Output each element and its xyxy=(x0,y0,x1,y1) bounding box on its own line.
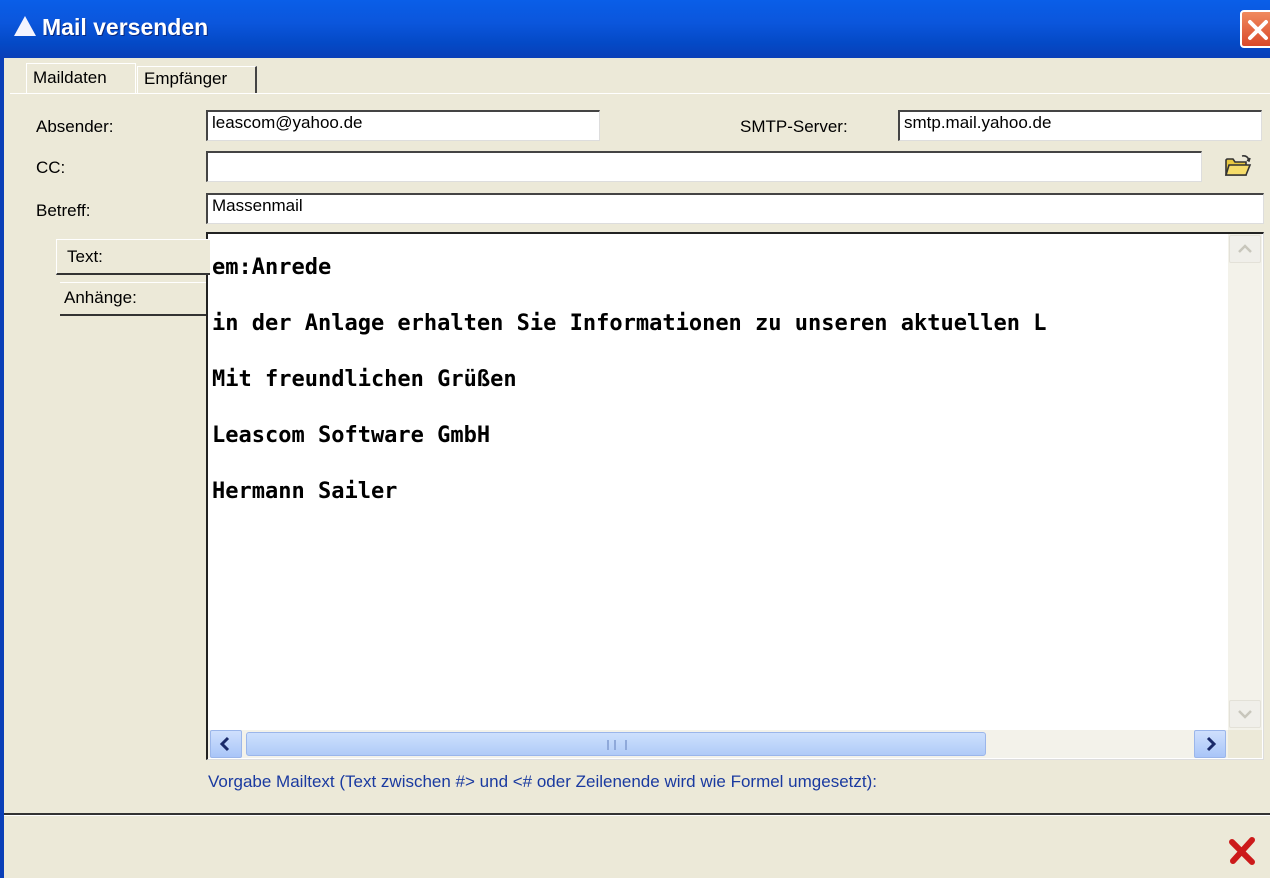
cc-input[interactable] xyxy=(206,151,1202,182)
text-line: Mit freundlichen Grüßen xyxy=(212,367,517,392)
scroll-down-button[interactable] xyxy=(1229,700,1261,728)
scroll-up-button[interactable] xyxy=(1229,235,1261,263)
sidetab-label: Anhänge: xyxy=(64,288,137,307)
chevron-left-icon xyxy=(219,736,230,752)
mail-text-editor[interactable]: em:Anrede in der Anlage erhalten Sie Info… xyxy=(206,232,1264,760)
tab-empfaenger[interactable]: Empfänger xyxy=(137,66,257,93)
subject-input[interactable]: Massenmail xyxy=(206,193,1264,224)
scroll-thumb[interactable] xyxy=(246,732,986,756)
chevron-up-icon xyxy=(1238,244,1252,253)
horizontal-scrollbar[interactable] xyxy=(208,730,1228,758)
tab-divider xyxy=(10,93,1270,94)
vertical-scrollbar[interactable] xyxy=(1228,234,1262,730)
app-icon xyxy=(14,16,36,36)
mail-text-hint: Vorgabe Mailtext (Text zwischen #> und <… xyxy=(208,772,877,791)
smtp-label: SMTP-Server: xyxy=(740,117,848,136)
sidetab-label: Text: xyxy=(67,247,103,266)
sidetab-text[interactable]: Text: xyxy=(56,239,210,275)
sender-input[interactable]: leascom@yahoo.de xyxy=(206,110,600,141)
window-title: Mail versenden xyxy=(42,14,209,40)
close-icon xyxy=(1248,20,1268,40)
cc-label: CC: xyxy=(36,158,66,177)
close-button[interactable] xyxy=(1240,10,1270,48)
cancel-icon[interactable] xyxy=(1228,836,1258,866)
chevron-down-icon xyxy=(1238,710,1252,719)
subject-label: Betreff: xyxy=(36,201,91,220)
sender-label: Absender: xyxy=(36,117,114,136)
grip-icon xyxy=(607,740,627,750)
text-line: Leascom Software GmbH xyxy=(212,423,491,448)
tab-maildaten[interactable]: Maildaten xyxy=(26,63,136,93)
open-folder-icon[interactable] xyxy=(1224,154,1252,178)
title-bar[interactable]: Mail versenden xyxy=(0,0,1270,58)
sidetab-anhaenge[interactable]: Anhänge: xyxy=(60,282,208,316)
scroll-corner xyxy=(1228,730,1262,758)
text-line: Hermann Sailer xyxy=(212,479,398,504)
smtp-input[interactable]: smtp.mail.yahoo.de xyxy=(898,110,1262,141)
tab-label: Empfänger xyxy=(144,69,228,88)
scroll-right-button[interactable] xyxy=(1194,730,1226,758)
text-line: in der Anlage erhalten Sie Informationen… xyxy=(212,311,1047,336)
chevron-right-icon xyxy=(1206,736,1217,752)
divider-highlight xyxy=(4,815,1270,816)
scroll-left-button[interactable] xyxy=(210,730,242,758)
tab-label: Maildaten xyxy=(33,68,107,87)
text-line: em:Anrede xyxy=(212,255,332,280)
mail-text-content[interactable]: em:Anrede in der Anlage erhalten Sie Info… xyxy=(212,240,1228,730)
